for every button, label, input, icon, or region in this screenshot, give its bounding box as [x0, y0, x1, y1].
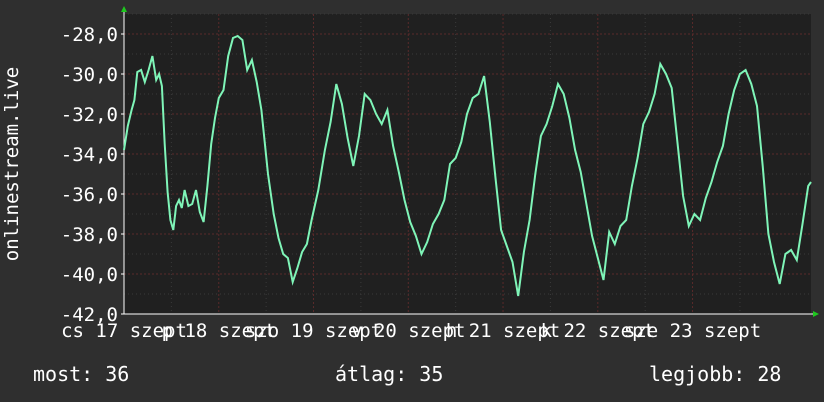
y-axis-label: onlinestream.live	[1, 67, 23, 261]
y-tick-label: -34,0	[61, 144, 118, 166]
x-axis-arrow	[813, 311, 819, 317]
y-tick-labels: -28,0-30,0-32,0-34,0-36,0-38,0-40,0-42,0	[61, 24, 118, 326]
y-axis-arrow	[121, 6, 127, 12]
y-tick-label: -30,0	[61, 64, 118, 86]
y-tick-label: -36,0	[61, 184, 118, 206]
temperature-line-chart: -28,0-30,0-32,0-34,0-36,0-38,0-40,0-42,0…	[1, 6, 819, 342]
y-tick-label: -32,0	[61, 104, 118, 126]
average-value-label: átlag: 35	[335, 362, 444, 386]
y-tick-label: -38,0	[61, 224, 118, 246]
y-tick-label: -28,0	[61, 24, 118, 46]
y-tick-label: -40,0	[61, 264, 118, 286]
best-value-label: legjobb: 28	[649, 362, 782, 386]
current-value-label: most: 36	[33, 362, 130, 386]
x-tick-label: sze 23 szept	[624, 320, 761, 342]
x-tick-labels: cs 17 szeptp 18 szeptszo 19 szeptv 20 sz…	[61, 320, 761, 342]
